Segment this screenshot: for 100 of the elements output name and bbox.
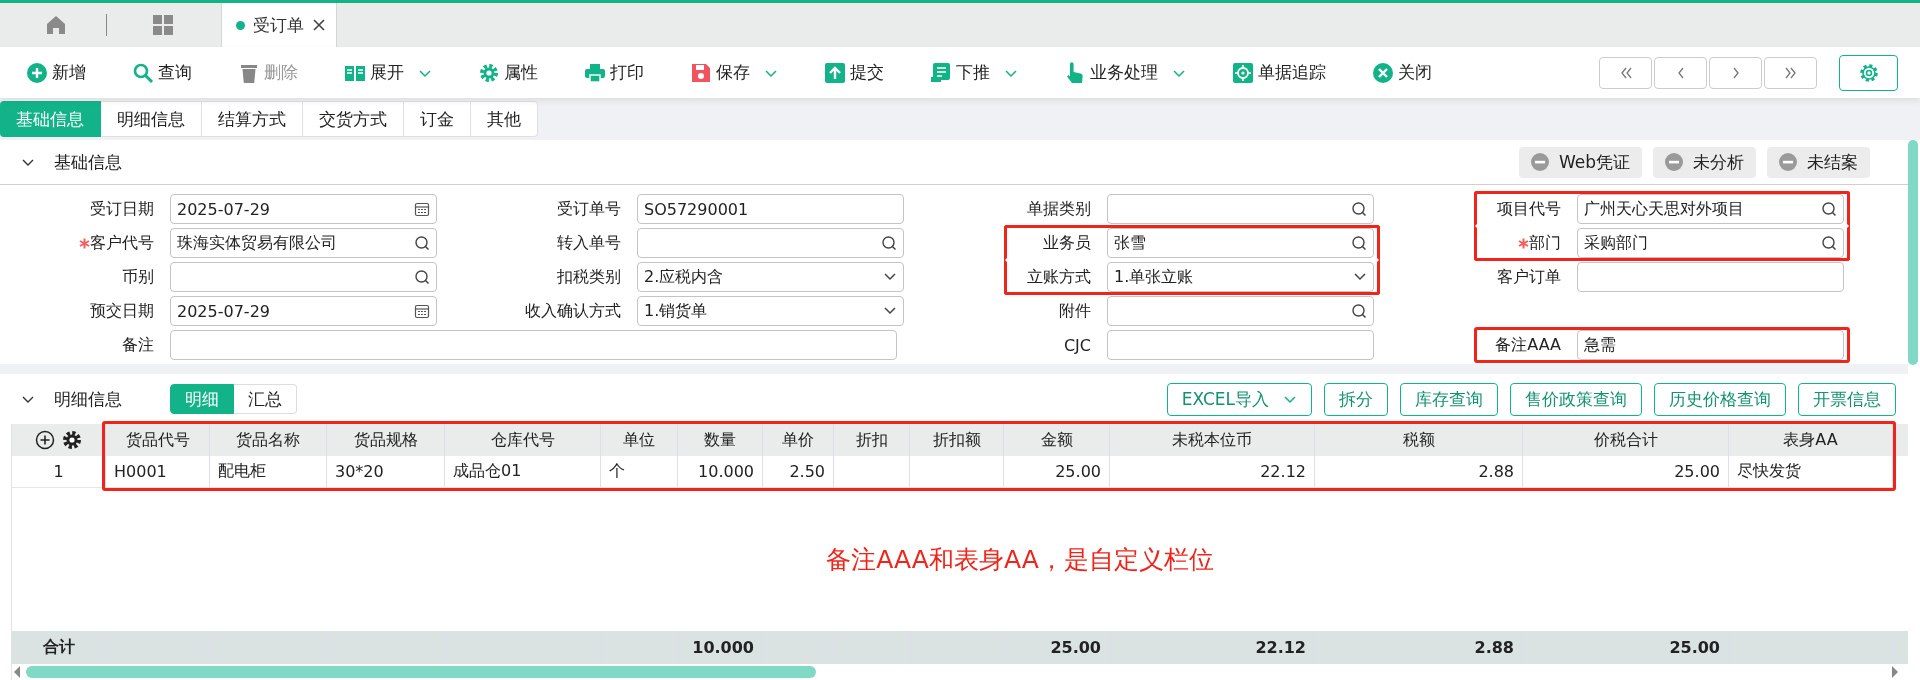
column-header[interactable]: 数量 (678, 424, 763, 456)
field-label: 预交日期 (90, 300, 154, 322)
status-button[interactable]: 未分析 (1653, 146, 1756, 178)
form-tab[interactable]: 结算方式 (202, 101, 303, 137)
scrollbar-thumb[interactable] (26, 666, 816, 678)
grid-icon[interactable] (152, 14, 174, 36)
search-icon[interactable] (881, 235, 897, 251)
section-title: 基础信息 (54, 150, 122, 174)
toolbar-button[interactable]: 关闭 (1372, 61, 1432, 84)
view-tab[interactable]: 汇总 (234, 384, 297, 414)
scroll-left-icon[interactable] (12, 665, 22, 679)
input-field[interactable] (637, 228, 904, 258)
action-button[interactable]: 售价政策查询 (1510, 382, 1642, 416)
input-field[interactable]: 急需 (1577, 330, 1844, 360)
input-field[interactable] (1107, 194, 1374, 224)
home-icon[interactable] (45, 14, 67, 36)
field-label: 扣税类别 (557, 266, 621, 288)
input-field[interactable]: SO57290001 (637, 194, 904, 224)
total-cell: 25.00 (1523, 631, 1729, 664)
settings-button[interactable] (1839, 54, 1898, 91)
form-tab[interactable]: 其他 (471, 101, 538, 137)
input-field[interactable]: 2025-07-29 (170, 194, 437, 224)
column-header[interactable]: 货品代号 (106, 424, 210, 456)
toolbar-button[interactable]: 提交 (824, 61, 884, 84)
input-field[interactable] (170, 262, 437, 292)
column-header[interactable]: 折扣 (834, 424, 910, 456)
input-field[interactable] (1107, 330, 1374, 360)
calendar-icon[interactable] (414, 201, 430, 217)
search-icon[interactable] (1821, 201, 1837, 217)
column-header[interactable]: 货品名称 (210, 424, 327, 456)
toolbar-button[interactable]: 打印 (584, 61, 644, 84)
form-tab[interactable]: 明细信息 (101, 101, 202, 137)
action-button[interactable]: 历史价格查询 (1654, 382, 1786, 416)
input-field[interactable]: 张雪 (1107, 228, 1374, 258)
input-field[interactable]: 广州天心天思对外项目 (1577, 194, 1844, 224)
toolbar-button[interactable]: 属性 (478, 61, 538, 84)
scrollbar-thumb[interactable] (1908, 140, 1918, 365)
toolbar-button[interactable]: 业务处理 (1064, 61, 1186, 84)
toolbar-button[interactable]: 单据追踪 (1232, 61, 1326, 84)
column-header[interactable]: 货品规格 (327, 424, 445, 456)
plus-circle-icon[interactable] (34, 430, 55, 450)
column-header[interactable]: 金额 (1004, 424, 1110, 456)
table-cell: 2.50 (763, 456, 834, 488)
form-tab[interactable]: 订金 (404, 101, 471, 137)
search-icon[interactable] (1351, 201, 1367, 217)
column-header[interactable]: 仓库代号 (445, 424, 601, 456)
column-header[interactable]: 折扣额 (910, 424, 1004, 456)
search-icon (132, 61, 154, 84)
row-number: 1 (12, 456, 106, 488)
search-icon[interactable] (1821, 235, 1837, 251)
input-field[interactable]: 采购部门 (1577, 228, 1844, 258)
action-button[interactable]: 库存查询 (1400, 382, 1498, 416)
toolbar-button[interactable]: 保存 (690, 61, 778, 84)
table-cell: 25.00 (1523, 456, 1729, 488)
table-cell: 30*20 (327, 456, 445, 488)
input-field[interactable]: 1.销货单 (637, 296, 904, 326)
section-title: 明细信息 (54, 387, 122, 411)
column-header[interactable]: 单价 (763, 424, 834, 456)
action-button[interactable]: 开票信息 (1798, 382, 1896, 416)
dot-icon (236, 20, 245, 30)
toolbar-button[interactable]: 查询 (132, 61, 192, 84)
pointing-hand-icon (1064, 61, 1086, 84)
status-button[interactable]: 未结案 (1767, 146, 1870, 178)
input-field[interactable]: 2025-07-29 (170, 296, 437, 326)
field-label: 备注AAA (1495, 334, 1561, 356)
input-field[interactable]: 2.应税内含 (637, 262, 904, 292)
total-cell: 22.12 (1110, 631, 1315, 664)
column-header[interactable]: 税额 (1315, 424, 1523, 456)
search-icon[interactable] (1351, 303, 1367, 319)
form-tab[interactable]: 交货方式 (303, 101, 404, 137)
toolbar-button[interactable]: 新增 (26, 61, 86, 84)
search-icon[interactable] (414, 269, 430, 285)
minus-circle-icon (1530, 153, 1549, 171)
close-icon[interactable] (312, 18, 326, 32)
input-field[interactable]: 珠海实体贸易有限公司 (170, 228, 437, 258)
toolbar-button[interactable]: 展开 (344, 61, 432, 84)
action-button[interactable]: EXCEL导入 (1166, 382, 1312, 416)
table-cell: 22.12 (1110, 456, 1315, 488)
column-header[interactable]: 价税合计 (1523, 424, 1729, 456)
calendar-icon[interactable] (414, 303, 430, 319)
search-icon[interactable] (1351, 235, 1367, 251)
toolbar-button[interactable]: 下推 (930, 61, 1018, 84)
column-header[interactable]: 单位 (601, 424, 678, 456)
settings-icon[interactable] (60, 429, 83, 451)
search-icon[interactable] (414, 235, 430, 251)
page-tab[interactable]: 受订单 (221, 3, 337, 47)
status-button[interactable]: Web凭证 (1518, 146, 1642, 178)
column-header[interactable]: 表身AA (1729, 424, 1893, 456)
scroll-right-icon[interactable] (1890, 665, 1900, 679)
field-label: 币别 (122, 266, 154, 288)
field-label: 附件 (1059, 300, 1091, 322)
column-header[interactable]: 未税本位币 (1110, 424, 1315, 456)
plus-circle-icon (26, 61, 48, 84)
gear-icon (478, 61, 500, 84)
field-label: 单据类别 (1027, 198, 1091, 220)
input-field[interactable]: 1.单张立账 (1107, 262, 1374, 292)
action-button[interactable]: 拆分 (1324, 382, 1388, 416)
input-field[interactable] (1107, 296, 1374, 326)
input-field[interactable] (1577, 262, 1844, 292)
input-field[interactable] (170, 330, 897, 360)
